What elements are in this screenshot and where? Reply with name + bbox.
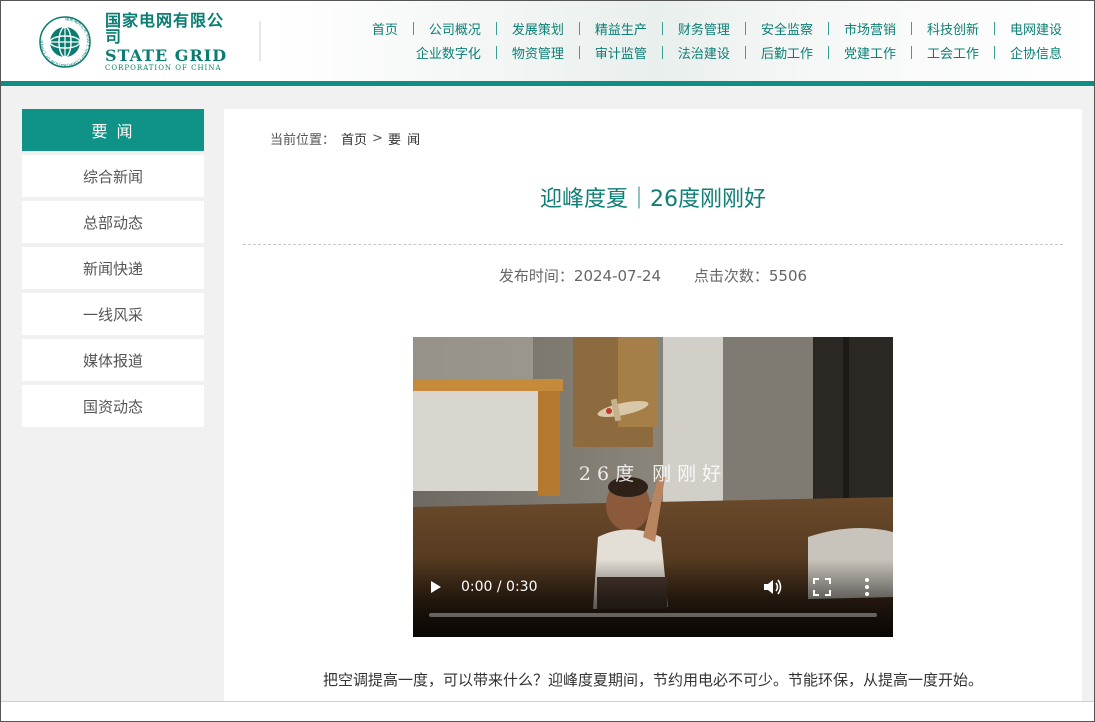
more-options-icon[interactable] bbox=[863, 577, 871, 597]
sidebar-item-frontline[interactable]: 一线风采 bbox=[22, 293, 204, 335]
video-player[interactable]: 26度 刚刚好 0:00 / 0:30 bbox=[413, 337, 893, 637]
nav-link-logistics[interactable]: 后勤工作 bbox=[761, 43, 813, 62]
breadcrumb-home-link[interactable]: 首页 bbox=[341, 129, 367, 148]
volume-icon[interactable] bbox=[763, 578, 783, 596]
nav-link-innovation[interactable]: 科技创新 bbox=[927, 19, 979, 38]
nav-link-enterprise-association[interactable]: 企协信息 bbox=[1010, 43, 1062, 62]
breadcrumb-current: 要 闻 bbox=[387, 133, 422, 148]
breadcrumb: 当前位置： 首页 > 要 闻 bbox=[270, 129, 421, 148]
article-meta: 发布时间：2024-07-24 点击次数：5506 bbox=[224, 265, 1082, 286]
nav-separator bbox=[578, 22, 580, 35]
logo-chinese-name: 国家电网有限公司 bbox=[105, 10, 225, 46]
nav-separator bbox=[661, 46, 663, 59]
sidebar-item-headquarters-news[interactable]: 总部动态 bbox=[22, 201, 204, 243]
sidebar-item-media-reports[interactable]: 媒体报道 bbox=[22, 339, 204, 381]
nav-separator bbox=[910, 46, 912, 59]
nav-link-audit[interactable]: 审计监管 bbox=[595, 43, 647, 62]
state-grid-emblem-icon: 国家电网公司 STATE GRID CORPORATION OF CHINA bbox=[39, 16, 91, 68]
nav-separator bbox=[495, 22, 497, 35]
article-panel: 当前位置： 首页 > 要 闻 迎峰度夏｜26度刚刚好 发布时间：2024-07-… bbox=[224, 109, 1082, 701]
nav-link-home[interactable]: 首页 bbox=[372, 19, 398, 38]
site-logo[interactable]: 国家电网公司 STATE GRID CORPORATION OF CHINA 国… bbox=[39, 10, 239, 72]
nav-link-legal[interactable]: 法治建设 bbox=[678, 43, 730, 62]
video-caption: 26度 刚刚好 bbox=[578, 463, 728, 485]
nav-link-finance[interactable]: 财务管理 bbox=[678, 19, 730, 38]
nav-separator bbox=[661, 22, 663, 35]
breadcrumb-label: 当前位置： bbox=[270, 133, 336, 148]
main-nav-row-2: 企业数字化 物资管理 审计监管 法治建设 后勤工作 党建工作 工会工作 企协信息 bbox=[262, 43, 1062, 62]
nav-separator bbox=[578, 46, 580, 59]
nav-link-digitalization[interactable]: 企业数字化 bbox=[416, 43, 481, 62]
video-controls: 0:00 / 0:30 bbox=[413, 559, 893, 637]
logo-english-name: STATE GRID bbox=[105, 45, 228, 65]
nav-link-materials[interactable]: 物资管理 bbox=[512, 43, 564, 62]
breadcrumb-separator: > bbox=[372, 131, 383, 146]
video-progress-bar[interactable] bbox=[429, 613, 877, 617]
article-title: 迎峰度夏｜26度刚刚好 bbox=[540, 187, 766, 212]
sidebar-heading[interactable]: 要 闻 bbox=[22, 109, 204, 151]
article-body-paragraph: 把空调提高一度，可以带来什么？迎峰度夏期间，节约用电必不可少。节能环保，从提高一… bbox=[322, 671, 983, 689]
nav-link-safety[interactable]: 安全监察 bbox=[761, 19, 813, 38]
nav-link-party-building[interactable]: 党建工作 bbox=[844, 43, 896, 62]
title-divider bbox=[243, 244, 1063, 245]
nav-separator bbox=[744, 22, 746, 35]
nav-separator bbox=[744, 46, 746, 59]
nav-separator bbox=[827, 46, 829, 59]
footer-divider bbox=[1, 701, 1094, 702]
header-divider bbox=[259, 21, 261, 61]
sidebar-item-news-express[interactable]: 新闻快递 bbox=[22, 247, 204, 289]
play-icon[interactable] bbox=[431, 581, 441, 593]
nav-separator bbox=[412, 22, 414, 35]
nav-link-company-overview[interactable]: 公司概况 bbox=[429, 19, 481, 38]
nav-link-lean-production[interactable]: 精益生产 bbox=[595, 19, 647, 38]
nav-separator bbox=[993, 22, 995, 35]
publish-time: 发布时间：2024-07-24 bbox=[498, 267, 662, 285]
sidebar-item-sasac-news[interactable]: 国资动态 bbox=[22, 385, 204, 427]
nav-separator bbox=[827, 22, 829, 35]
logo-subtitle: CORPORATION OF CHINA bbox=[105, 63, 222, 72]
view-count: 点击次数：5506 bbox=[693, 267, 808, 285]
main-nav-row-1: 首页 公司概况 发展策划 精益生产 财务管理 安全监察 市场营销 科技创新 电网… bbox=[262, 19, 1062, 38]
video-time: 0:00 / 0:30 bbox=[461, 579, 538, 595]
sidebar: 要 闻 综合新闻 总部动态 新闻快递 一线风采 媒体报道 国资动态 bbox=[22, 109, 204, 427]
nav-link-grid-construction[interactable]: 电网建设 bbox=[1010, 19, 1062, 38]
nav-link-marketing[interactable]: 市场营销 bbox=[844, 19, 896, 38]
nav-link-union[interactable]: 工会工作 bbox=[927, 43, 979, 62]
sidebar-item-general-news[interactable]: 综合新闻 bbox=[22, 155, 204, 197]
nav-separator bbox=[495, 46, 497, 59]
nav-separator bbox=[993, 46, 995, 59]
nav-link-development-planning[interactable]: 发展策划 bbox=[512, 19, 564, 38]
fullscreen-icon[interactable] bbox=[813, 578, 831, 596]
site-header: 国家电网公司 STATE GRID CORPORATION OF CHINA 国… bbox=[1, 1, 1094, 81]
nav-separator bbox=[910, 22, 912, 35]
